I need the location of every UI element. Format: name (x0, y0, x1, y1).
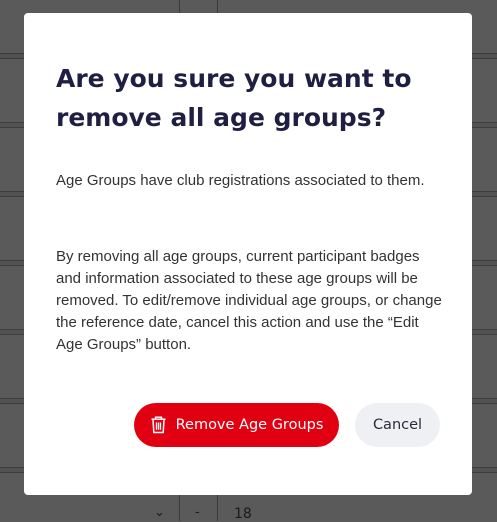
dialog-warning: By removing all age groups, current part… (56, 248, 442, 353)
confirm-dialog: Are you sure you want to remove all age … (24, 13, 472, 495)
dialog-title: Are you sure you want to remove all age … (56, 64, 412, 132)
cancel-button[interactable]: Cancel (355, 403, 440, 447)
table-cell-value: 18 (234, 506, 252, 522)
dialog-message: Age Groups have club registrations assoc… (56, 172, 425, 189)
chevron-down-icon: ⌄ (154, 505, 165, 520)
remove-button-label: Remove Age Groups (175, 417, 324, 433)
trash-icon (151, 416, 166, 434)
remove-age-groups-button[interactable]: Remove Age Groups (134, 403, 339, 447)
table-separator: - (195, 505, 200, 520)
